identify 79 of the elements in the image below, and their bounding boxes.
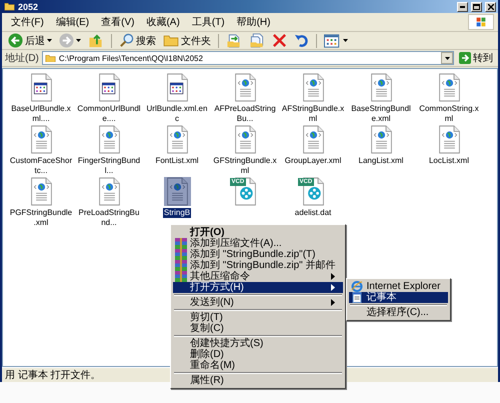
dropdown-button[interactable]: [441, 52, 453, 64]
menu-item[interactable]: 文件(F): [6, 14, 49, 30]
archive-icon: [175, 260, 187, 271]
menu-item[interactable]: 查看(V): [96, 14, 140, 30]
status-text: 用 记事本 打开文件。: [5, 368, 101, 382]
menu-item[interactable]: 打开方式(H): [173, 282, 344, 293]
close-button[interactable]: [485, 2, 496, 12]
menu-item[interactable]: 添加到 "StringBundle.zip" 并邮件: [173, 260, 344, 271]
file-name[interactable]: LocList.xml: [428, 156, 470, 166]
back-arrow-icon: [8, 33, 23, 48]
delete-button[interactable]: [270, 32, 289, 49]
file-name[interactable]: PGFStringBundle.xml: [8, 208, 74, 228]
copy-to-folder-icon: [249, 33, 265, 48]
menu-item[interactable]: 工具(T): [186, 14, 230, 30]
window-title: 2052: [18, 2, 40, 12]
menu-item[interactable]: 选择程序(C)...: [349, 307, 448, 318]
folders-button[interactable]: 文件夹: [161, 32, 213, 49]
menu-item[interactable]: 打开(O): [173, 227, 344, 238]
folder-icon: [44, 54, 56, 62]
menu-item[interactable]: 其他压缩命令: [173, 271, 344, 282]
minimize-icon: [460, 6, 465, 8]
dropdown-caret-icon: [47, 39, 52, 42]
menu-item[interactable]: 删除(D): [173, 349, 344, 360]
close-icon: [488, 4, 494, 10]
file-name[interactable]: PreLoadStringBund...: [76, 208, 142, 228]
archive-icon: [175, 249, 187, 260]
file-name[interactable]: GroupLayer.xml: [284, 156, 342, 166]
menu-item[interactable]: 添加到压缩文件(A)...: [173, 238, 344, 249]
search-button[interactable]: 搜索: [117, 32, 158, 49]
dropdown-caret-icon: [343, 39, 348, 42]
menu-item[interactable]: 剪切(T): [173, 312, 344, 323]
file-name[interactable]: BaseStringBundle.xml: [348, 104, 414, 124]
menu-item[interactable]: 创建快捷方式(S): [173, 338, 344, 349]
file-name[interactable]: GFStringBundle.xml: [212, 156, 278, 176]
file-name[interactable]: LangList.xml: [358, 156, 404, 166]
file-name[interactable]: AFPreLoadStringBu...: [212, 104, 278, 124]
minimize-button[interactable]: [457, 2, 468, 12]
menu-item[interactable]: 发送到(N): [173, 297, 344, 308]
menu-item[interactable]: Internet Explorer: [349, 281, 448, 292]
maximize-button[interactable]: [471, 2, 482, 12]
menu-item[interactable]: 复制(C): [173, 323, 344, 334]
menu-item[interactable]: 编辑(E): [50, 14, 94, 30]
menu-item[interactable]: 添加到 "StringBundle.zip"(T): [173, 249, 344, 260]
up-folder-icon: [88, 33, 104, 48]
address-field[interactable]: C:\Program Files\Tencent\QQ\I18N\2052: [42, 51, 454, 65]
file-name[interactable]: AFStringBundle.xml: [280, 104, 346, 124]
menu-item[interactable]: 收藏(A): [141, 14, 185, 30]
file-name[interactable]: CommonUrlBundle....: [76, 104, 142, 124]
file-name[interactable]: BaseUrlBundle.xml....: [8, 104, 74, 124]
file-name[interactable]: CustomFaceShortc...: [8, 156, 74, 176]
menu-item[interactable]: 重命名(M): [173, 360, 344, 371]
archive-icon: [175, 271, 187, 282]
file-name[interactable]: FontList.xml: [154, 156, 200, 166]
views-icon: [324, 34, 341, 48]
file-name[interactable]: FingerStringBundl...: [76, 156, 142, 176]
go-button[interactable]: 转到: [457, 51, 495, 65]
move-to-folder-icon: [226, 33, 242, 48]
delete-icon: [272, 33, 287, 48]
folder-icon: [4, 2, 15, 11]
file-name[interactable]: CommonString.xml: [416, 104, 482, 124]
maximize-icon: [473, 4, 480, 10]
address-label: 地址(D): [5, 52, 39, 65]
browser-icon: [351, 281, 364, 292]
go-arrow-icon: [459, 52, 471, 64]
dropdown-caret-icon: [444, 56, 450, 60]
menu-item[interactable]: 帮助(H): [232, 14, 276, 30]
address-path: C:\Program Files\Tencent\QQ\I18N\2052: [58, 54, 204, 62]
search-icon: [119, 33, 134, 48]
archive-icon: [175, 238, 187, 249]
file-name[interactable]: UrlBundle.xml.enc: [144, 104, 210, 124]
menu-item[interactable]: 记事本: [349, 292, 448, 303]
back-button[interactable]: 后退: [6, 32, 54, 49]
file-name[interactable]: adelist.dat: [294, 208, 332, 218]
file-name[interactable]: StringB: [162, 208, 192, 218]
folder-icon: [163, 34, 179, 47]
views-button[interactable]: [322, 32, 350, 49]
undo-icon: [294, 33, 309, 48]
menu-item[interactable]: 属性(R): [173, 375, 344, 386]
dropdown-caret-icon: [76, 39, 81, 42]
